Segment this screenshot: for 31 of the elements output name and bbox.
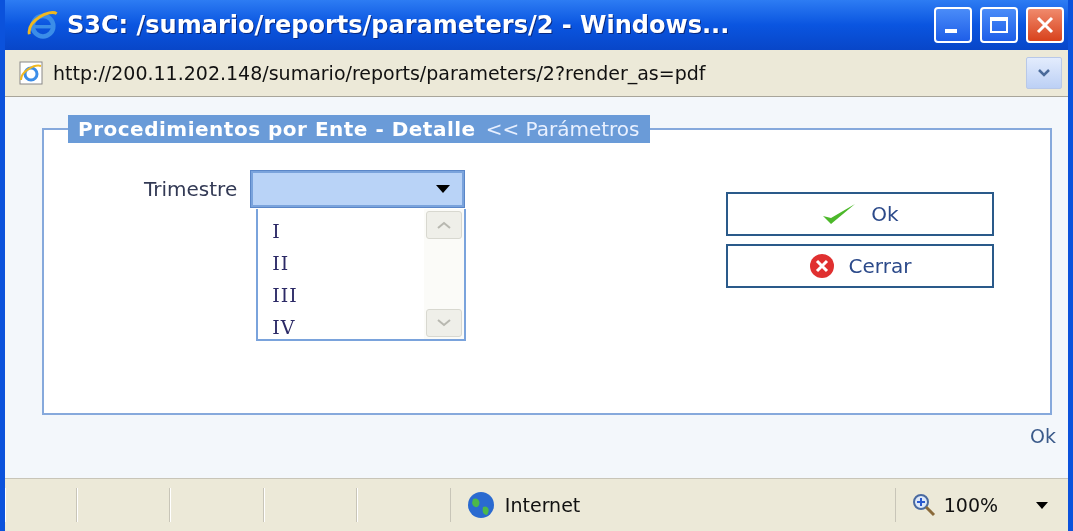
dropdown-option[interactable]: IV [272,311,425,343]
zoom-dropdown-icon[interactable] [1036,501,1049,509]
browser-logo-icon [27,9,59,41]
select-field[interactable] [251,171,465,207]
address-text: http://200.11.202.148/sumario/reports/parameters/2?render_as=pdf [53,62,707,84]
globe-icon [466,491,495,519]
close-icon [1035,15,1055,35]
window-title: S3C: /sumario/reports/parameters/2 - Windows... [67,11,731,39]
ok-button[interactable]: Ok [726,192,994,236]
close-form-button[interactable]: Cerrar [726,244,994,288]
minimize-icon [945,29,957,33]
caret-icon [1037,68,1051,78]
chevron-down-icon [436,319,453,327]
maximize-button[interactable] [980,7,1018,43]
dropdown-option[interactable]: III [272,279,425,311]
zoom-icon [911,493,936,517]
zoom-level[interactable]: 100% [943,494,999,516]
ok-link[interactable]: Ok [1030,425,1056,447]
minimize-button[interactable] [934,7,972,43]
address-dropdown-button[interactable] [1026,57,1062,89]
security-zone-label: Internet [504,494,581,516]
dropdown-arrow-icon [436,185,451,193]
panel-title: Procedimientos por Ente - Detalle [78,117,476,141]
close-icon [808,253,835,279]
maximize-icon [989,16,1009,34]
dropdown-option[interactable]: II [272,247,425,279]
page-icon [19,61,43,85]
close-button[interactable] [1026,7,1064,43]
dropdown-option[interactable]: I [272,215,425,247]
field-label: Trimestre [144,176,238,201]
chevron-up-icon [436,221,453,229]
